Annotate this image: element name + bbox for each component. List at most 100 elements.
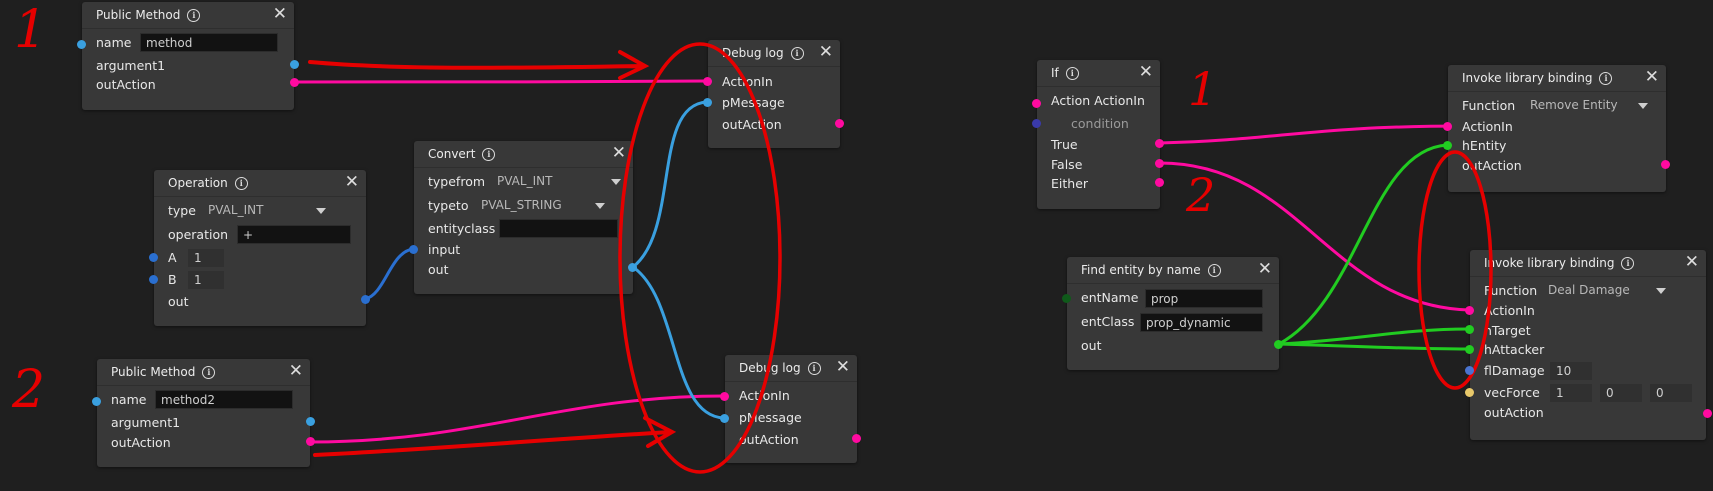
vec-force-y-input[interactable]: 0 [1600, 384, 1642, 402]
node-header[interactable]: Invoke library binding i ✕ [1448, 65, 1666, 92]
node-header[interactable]: Debug log i ✕ [708, 40, 840, 67]
close-icon[interactable]: ✕ [1139, 64, 1153, 81]
close-icon[interactable]: ✕ [1258, 261, 1272, 278]
close-icon[interactable]: ✕ [1645, 69, 1659, 86]
name-input[interactable]: method [140, 33, 278, 52]
b-input[interactable]: 1 [188, 271, 224, 289]
close-icon[interactable]: ✕ [612, 145, 626, 162]
b-input-pin[interactable] [149, 275, 158, 284]
info-icon[interactable]: i [1065, 67, 1079, 80]
wire-convert-out-to-debug1-message[interactable] [632, 100, 708, 269]
node-header[interactable]: Public Method i ✕ [82, 2, 294, 29]
ent-name-input-pin[interactable] [1062, 294, 1071, 303]
out-action-output-pin[interactable] [1703, 409, 1712, 418]
info-icon[interactable]: i [1207, 264, 1221, 277]
wire-method2-out-to-debug2-actionin[interactable] [309, 394, 725, 444]
out-action-output-pin[interactable] [835, 119, 844, 128]
message-input-pin[interactable] [720, 414, 729, 423]
wire-find-out-to-damage-hattacker[interactable] [1278, 342, 1470, 351]
info-icon[interactable]: i [187, 9, 201, 22]
close-icon[interactable]: ✕ [289, 363, 303, 380]
convert-node[interactable]: Convert i ✕ typefrom PVAL_INT typeto PVAL… [414, 141, 633, 294]
if-node[interactable]: If i ✕ Action ActionIn condition True Fal… [1037, 60, 1160, 209]
debug-log-node-2[interactable]: Debug log i ✕ ActionIn pMessage outAction [725, 355, 857, 463]
false-output-pin[interactable] [1155, 159, 1164, 168]
close-icon[interactable]: ✕ [345, 174, 359, 191]
ent-name-input[interactable]: prop [1145, 289, 1263, 308]
function-select[interactable]: Remove Entity [1530, 96, 1650, 115]
invoke-library-node-damage[interactable]: Invoke library binding i ✕ Function Deal … [1470, 250, 1706, 440]
out-output-pin[interactable] [628, 263, 637, 272]
action-in-pin[interactable] [1032, 99, 1041, 108]
a-input[interactable]: 1 [188, 249, 224, 267]
out-action-output-pin[interactable] [1661, 160, 1670, 169]
close-icon[interactable]: ✕ [819, 44, 833, 61]
either-output-pin[interactable] [1155, 178, 1164, 187]
ent-class-input[interactable]: prop_dynamic [1140, 313, 1263, 332]
info-icon[interactable]: i [1621, 257, 1635, 270]
message-input-pin[interactable] [703, 98, 712, 107]
node-header[interactable]: If i ✕ [1037, 60, 1160, 87]
node-header[interactable]: Debug log i ✕ [725, 355, 857, 382]
argument1-output-pin[interactable] [306, 417, 315, 426]
entityclass-input[interactable] [499, 219, 618, 238]
out-output-pin[interactable] [361, 295, 370, 304]
out-action-output-pin[interactable] [306, 437, 315, 446]
name-input-pin[interactable] [92, 397, 101, 406]
public-method-node-1[interactable]: Public Method i ✕ name method argument1 o… [82, 2, 294, 110]
type-select[interactable]: PVAL_INT [208, 201, 330, 220]
name-input-pin[interactable] [77, 40, 86, 49]
node-header[interactable]: Public Method i ✕ [97, 359, 310, 386]
h-target-input-pin[interactable] [1465, 325, 1474, 334]
info-icon[interactable]: i [482, 148, 496, 161]
public-method-node-2[interactable]: Public Method i ✕ name method2 argument1 … [97, 359, 310, 467]
out-action-output-pin[interactable] [852, 434, 861, 443]
node-header[interactable]: Invoke library binding i ✕ [1470, 250, 1706, 277]
vec-force-z-input[interactable]: 0 [1650, 384, 1692, 402]
info-icon[interactable]: i [234, 177, 248, 190]
condition-input-pin[interactable] [1032, 119, 1041, 128]
wire-if-true-to-remove-actionin[interactable] [1159, 124, 1467, 145]
typefrom-select[interactable]: PVAL_INT [497, 172, 623, 191]
node-header[interactable]: Find entity by name i ✕ [1067, 257, 1279, 284]
input-pin[interactable] [409, 245, 418, 254]
info-icon[interactable]: i [202, 366, 216, 379]
wire-convert-out-to-debug2-message[interactable] [632, 265, 725, 420]
h-entity-input-pin[interactable] [1443, 141, 1452, 150]
out-output-pin[interactable] [1274, 340, 1283, 349]
wire-find-out-to-damage-htarget[interactable] [1278, 327, 1470, 346]
h-attacker-input-pin[interactable] [1465, 345, 1474, 354]
close-icon[interactable]: ✕ [273, 6, 287, 23]
wire-operation-out-to-convert-input[interactable] [364, 247, 414, 301]
debug-log-node-1[interactable]: Debug log i ✕ ActionIn pMessage outAction [708, 40, 840, 148]
node-header[interactable]: Convert i ✕ [414, 141, 633, 168]
operation-node[interactable]: Operation i ✕ type PVAL_INT operation + A… [154, 170, 366, 326]
wire-find-out-to-remove-hentity[interactable] [1278, 143, 1448, 346]
action-in-pin[interactable] [1443, 122, 1452, 131]
true-output-pin[interactable] [1155, 139, 1164, 148]
action-in-pin[interactable] [703, 77, 712, 86]
name-input[interactable]: method2 [155, 390, 293, 409]
find-entity-node[interactable]: Find entity by name i ✕ entName prop entC… [1067, 257, 1279, 370]
vec-force-input-pin[interactable] [1465, 388, 1474, 397]
action-in-pin[interactable] [1465, 306, 1474, 315]
info-icon[interactable]: i [1599, 72, 1613, 85]
action-in-pin[interactable] [720, 392, 729, 401]
vec-force-x-input[interactable]: 1 [1550, 384, 1592, 402]
condition-field[interactable]: condition [1071, 116, 1129, 131]
function-select[interactable]: Deal Damage [1548, 281, 1668, 300]
a-input-pin[interactable] [149, 253, 158, 262]
fl-damage-input-pin[interactable] [1465, 366, 1474, 375]
node-header[interactable]: Operation i ✕ [154, 170, 366, 197]
wire-method1-out-to-debug1-actionin[interactable] [293, 79, 708, 84]
out-action-output-pin[interactable] [290, 78, 299, 87]
argument1-output-pin[interactable] [290, 60, 299, 69]
fl-damage-input[interactable]: 10 [1550, 362, 1592, 380]
typeto-select[interactable]: PVAL_STRING [481, 196, 607, 215]
invoke-library-node-remove[interactable]: Invoke library binding i ✕ Function Remov… [1448, 65, 1666, 192]
info-icon[interactable]: i [807, 362, 821, 375]
info-icon[interactable]: i [790, 47, 804, 60]
close-icon[interactable]: ✕ [836, 359, 850, 376]
operation-input[interactable]: + [237, 225, 351, 244]
close-icon[interactable]: ✕ [1685, 254, 1699, 271]
